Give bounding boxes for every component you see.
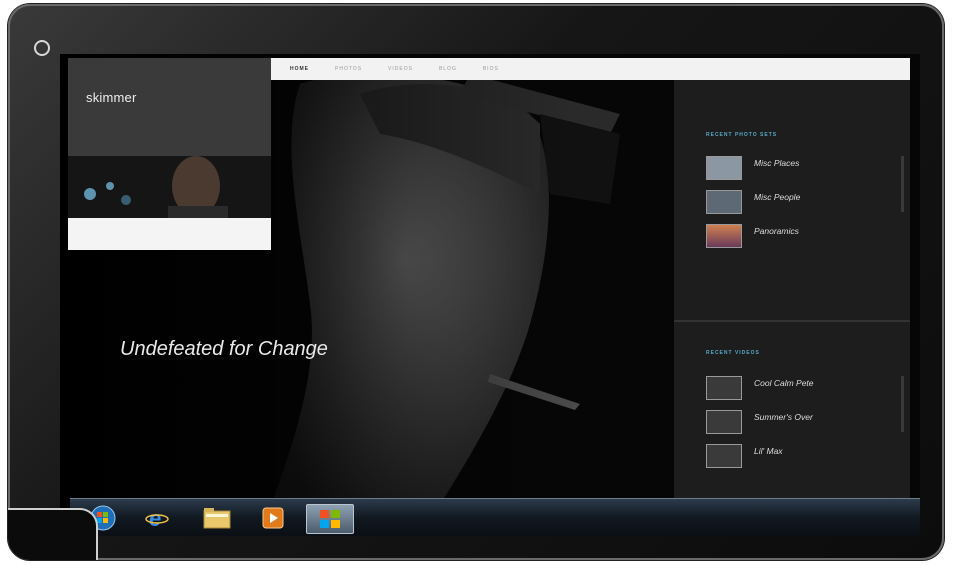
photo-set-item[interactable]: Misc Places xyxy=(706,156,876,180)
video-name: Cool Calm Pete xyxy=(754,378,814,388)
videos-scrollbar[interactable] xyxy=(901,376,904,432)
taskbar: e xyxy=(70,498,920,536)
nav-photos[interactable]: PHOTOS xyxy=(335,66,362,72)
nav-blog[interactable]: BLOG xyxy=(439,66,457,72)
nav-home[interactable]: HOME xyxy=(290,66,309,72)
taskbar-ie[interactable]: e xyxy=(134,504,180,532)
media-player-icon xyxy=(262,507,284,529)
tablet-corner xyxy=(8,508,98,560)
video-thumbnail xyxy=(706,410,742,434)
tablet-frame: HOME PHOTOS VIDEOS BLOG BIOS skimmer Und… xyxy=(8,4,944,560)
photo-set-thumbnail xyxy=(706,156,742,180)
svg-text:e: e xyxy=(149,506,161,530)
video-item[interactable]: Cool Calm Pete xyxy=(706,376,876,400)
internet-explorer-icon: e xyxy=(145,506,169,530)
photo-set-name: Panoramics xyxy=(754,226,799,236)
profile-photo xyxy=(68,156,271,218)
video-item[interactable]: Summer's Over xyxy=(706,410,876,434)
site-logo[interactable]: skimmer xyxy=(86,90,137,105)
video-item[interactable]: Lil' Max xyxy=(706,444,876,468)
taskbar-active-app[interactable] xyxy=(306,504,354,534)
nav-videos[interactable]: VIDEOS xyxy=(388,66,413,72)
sidebar-divider xyxy=(674,320,910,322)
photo-set-name: Misc People xyxy=(754,192,801,202)
taskbar-explorer[interactable] xyxy=(194,504,240,532)
right-sidebar: RECENT PHOTO SETS Misc Places Misc Peopl… xyxy=(674,80,910,536)
photo-set-name: Misc Places xyxy=(754,158,800,168)
photo-set-item[interactable]: Panoramics xyxy=(706,224,876,248)
video-name: Summer's Over xyxy=(754,412,813,422)
taskbar-media-player[interactable] xyxy=(250,504,296,532)
camera-icon xyxy=(34,40,50,56)
featured-title[interactable]: Undefeated for Change xyxy=(120,338,420,361)
video-name: Lil' Max xyxy=(754,446,783,456)
photo-sets-scrollbar[interactable] xyxy=(901,156,904,212)
browser-screen: HOME PHOTOS VIDEOS BLOG BIOS skimmer Und… xyxy=(60,54,920,536)
video-thumbnail xyxy=(706,376,742,400)
windows-icon xyxy=(320,510,340,528)
nav-bios[interactable]: BIOS xyxy=(483,66,499,72)
photo-set-item[interactable]: Misc People xyxy=(706,190,876,214)
videos-title: RECENT VIDEOS xyxy=(706,350,760,356)
photo-sets-title: RECENT PHOTO SETS xyxy=(706,132,778,138)
top-navigation: HOME PHOTOS VIDEOS BLOG BIOS xyxy=(270,58,910,80)
profile-card: skimmer xyxy=(68,58,271,250)
profile-caption xyxy=(68,218,271,250)
photo-set-thumbnail xyxy=(706,224,742,248)
photo-set-thumbnail xyxy=(706,190,742,214)
featured-post: Undefeated for Change xyxy=(120,324,420,383)
video-thumbnail xyxy=(706,444,742,468)
folder-icon xyxy=(203,508,231,529)
